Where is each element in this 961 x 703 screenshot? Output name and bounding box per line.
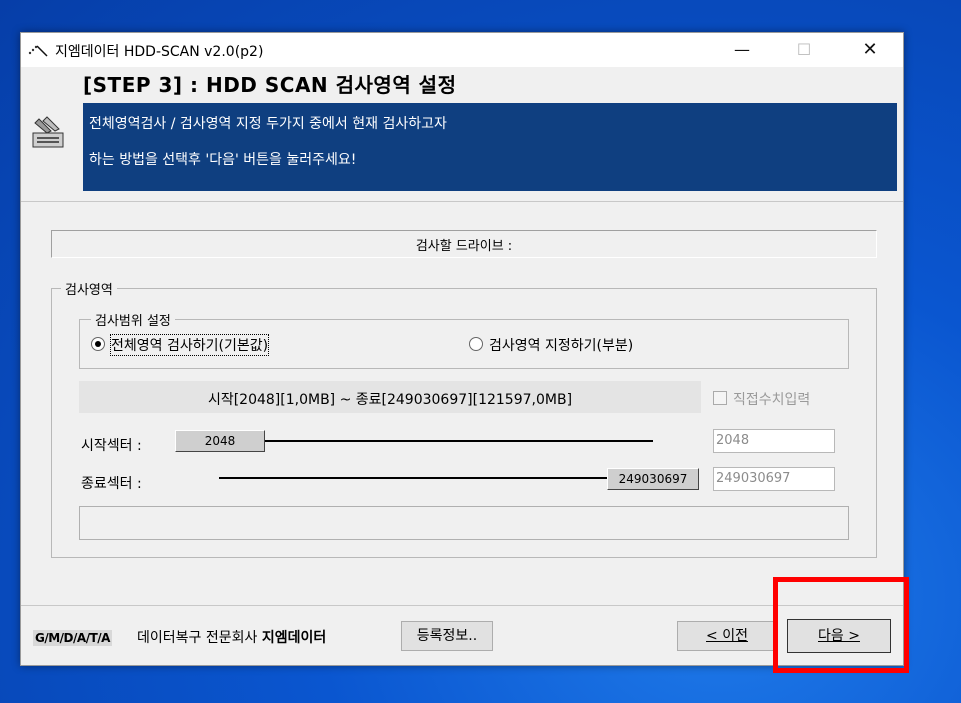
end-sector-field[interactable]: 249030697 [713, 467, 835, 491]
manual-input-label[interactable]: 직접수치입력 [733, 389, 810, 409]
minimize-button[interactable]: — [719, 33, 765, 67]
company-name: 지엠데이터 [261, 630, 327, 646]
start-sector-label: 시작섹터 : [81, 438, 142, 454]
end-sector-slider-thumb[interactable]: 249030697 [607, 468, 699, 490]
partial-scan-label[interactable]: 검사영역 지정하기(부분) [489, 335, 633, 355]
scan-range-group-title: 검사범위 설정 [91, 310, 175, 329]
app-window: 지엠데이터 HDD-SCAN v2.0(p2) — ☐ ✕ [STEP 3] :… [20, 32, 904, 666]
prev-button[interactable]: < 이전 [677, 621, 777, 651]
radio-unselected-indicator[interactable] [469, 337, 483, 351]
company-text: 데이터복구 전문회사 지엠데이터 [137, 627, 326, 647]
company-prefix: 데이터복구 전문회사 [137, 630, 262, 646]
checkbox-box[interactable] [713, 391, 727, 405]
drive-panel: 검사할 드라이브 : [51, 230, 877, 258]
title-bar[interactable]: 지엠데이터 HDD-SCAN v2.0(p2) — ☐ ✕ [21, 33, 903, 67]
gmdata-logo: G/M/D/A/T/A [33, 630, 112, 646]
range-info-display: 시작[2048][1,0MB] ~ 종료[249030697][121597,0… [79, 381, 701, 413]
start-sector-slider-thumb[interactable]: 2048 [175, 430, 265, 452]
full-scan-label[interactable]: 전체영역 검사하기(기본값) [109, 334, 270, 356]
banner-text-line2: 하는 방법을 선택후 '다음' 버튼을 눌러주세요! [89, 152, 357, 168]
divider [21, 201, 903, 202]
close-button[interactable]: ✕ [847, 33, 893, 67]
app-icon [28, 45, 48, 57]
drive-label: 검사할 드라이브 : [415, 239, 513, 254]
scan-area-group-title: 검사영역 [61, 279, 117, 298]
maximize-button[interactable]: ☐ [781, 33, 827, 67]
window-title: 지엠데이터 HDD-SCAN v2.0(p2) [55, 44, 264, 60]
register-info-button[interactable]: 등록정보.. [401, 621, 493, 651]
range-info-text: 시작[2048][1,0MB] ~ 종료[249030697][121597,0… [207, 392, 573, 408]
banner-text-line1: 전체영역검사 / 검사영역 지정 두가지 중에서 현재 검사하고자 [89, 116, 447, 132]
end-sector-label: 종료섹터 : [81, 476, 142, 492]
start-sector-field[interactable]: 2048 [713, 429, 835, 453]
radio-selected-indicator[interactable] [91, 337, 105, 351]
instruction-banner: 전체영역검사 / 검사영역 지정 두가지 중에서 현재 검사하고자 하는 방법을… [83, 103, 897, 191]
divider [21, 605, 903, 606]
hdd-scan-icon [32, 116, 64, 148]
step-title: [STEP 3] : HDD SCAN 검사영역 설정 [83, 73, 457, 97]
highlight-box [773, 577, 909, 673]
status-box [79, 506, 849, 540]
prev-button-label[interactable]: < 이전 [706, 628, 748, 644]
